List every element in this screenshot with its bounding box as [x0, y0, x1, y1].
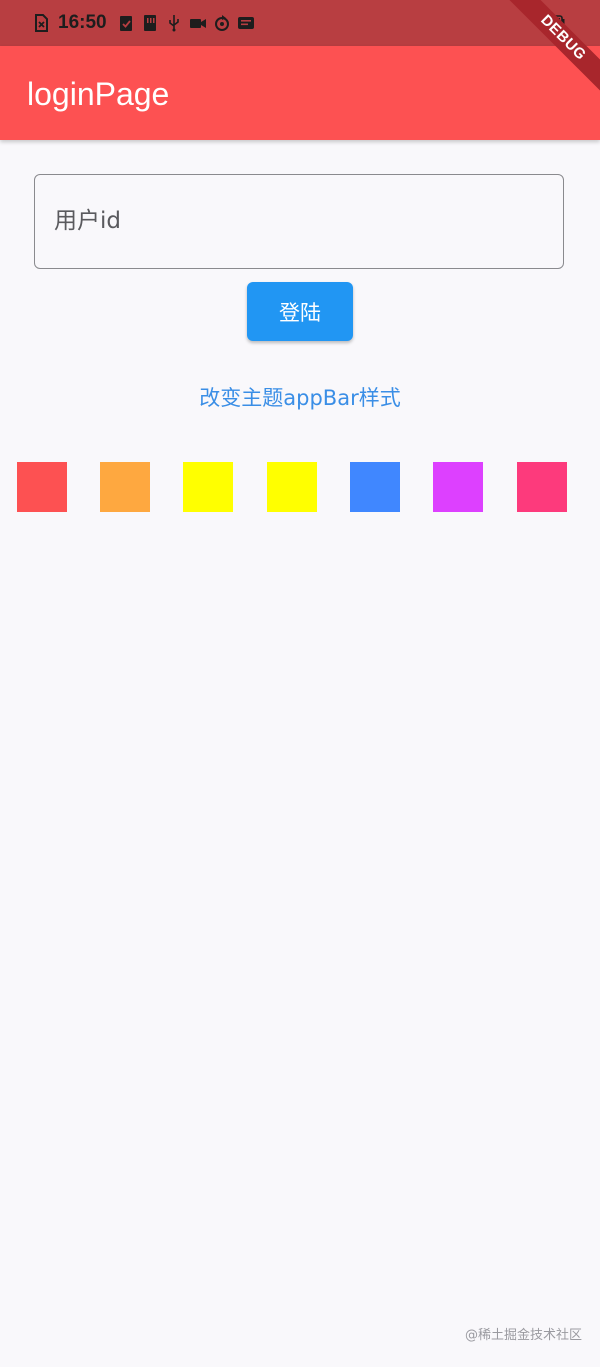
video-icon [189, 14, 207, 32]
login-button-label: 登陆 [279, 300, 321, 325]
user-id-placeholder: 用户id [54, 208, 121, 234]
swatch-pink[interactable] [517, 462, 567, 512]
status-time: 16:50 [58, 12, 107, 33]
theme-color-swatches [17, 462, 567, 512]
check-clipboard-icon [117, 14, 135, 32]
status-left: 16:50 [32, 12, 255, 34]
battery-icon [540, 14, 566, 34]
swatch-blue[interactable] [350, 462, 400, 512]
page-title: loginPage [27, 76, 170, 112]
user-id-input[interactable]: 用户id [34, 174, 564, 269]
status-bar: 16:50 [0, 0, 600, 46]
storage-icon [141, 14, 159, 32]
login-button[interactable]: 登陆 [247, 282, 353, 341]
watermark: @稀土掘金技术社区 [464, 1328, 582, 1343]
change-theme-link[interactable]: 改变主题appBar样式 [0, 383, 600, 413]
swatch-purple[interactable] [433, 462, 483, 512]
usb-icon [165, 14, 183, 32]
message-icon [237, 14, 255, 32]
swatch-red[interactable] [17, 462, 67, 512]
swatch-orange[interactable] [100, 462, 150, 512]
swatch-yellow[interactable] [183, 462, 233, 512]
sim-error-icon [32, 14, 50, 32]
swatch-yellow-2[interactable] [267, 462, 317, 512]
sync-icon [213, 14, 231, 32]
app-bar: loginPage [0, 46, 600, 140]
